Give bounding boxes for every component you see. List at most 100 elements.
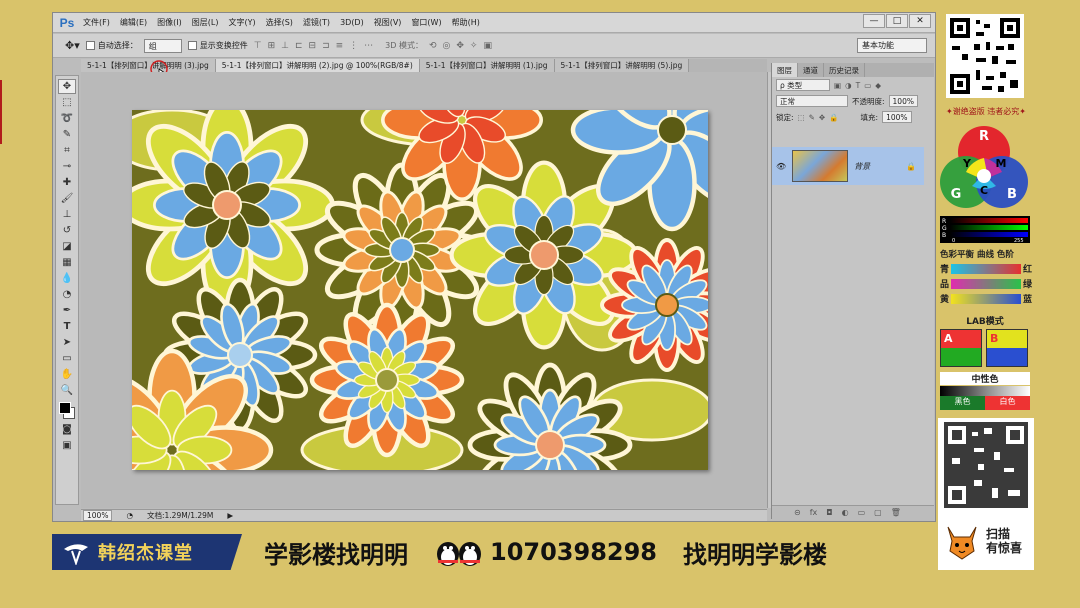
shape-tool-icon[interactable]: ▭ (58, 351, 76, 366)
menu-type[interactable]: 文字(Y) (223, 17, 260, 28)
qq-penguin-icon (437, 542, 481, 566)
opacity-field[interactable]: 100% (888, 95, 918, 107)
tab-history[interactable]: 历史记录 (824, 63, 865, 77)
trash-icon[interactable]: 🗑 (891, 508, 901, 517)
align-left-icon: ⊏ (294, 40, 303, 51)
balance-row-yellow-blue: 黄 蓝 (940, 293, 1032, 305)
eyedropper-tool-icon[interactable]: ⊸ (58, 159, 76, 174)
new-layer-icon[interactable]: ▢ (874, 508, 882, 517)
layer-filter-row: ρ 类型 ▣◑T▭◆ (772, 77, 934, 93)
menu-window[interactable]: 窗口(W) (406, 17, 446, 28)
edge-red-marker (0, 80, 2, 144)
eraser-tool-icon[interactable]: ◪ (58, 239, 76, 254)
dodge-tool-icon[interactable]: ◔ (58, 287, 76, 302)
lab-a-label: A (944, 332, 953, 345)
eye-icon[interactable]: 👁 (776, 162, 786, 171)
history-brush-tool-icon[interactable]: ↺ (58, 223, 76, 238)
qr-code-top (946, 14, 1024, 98)
menu-help[interactable]: 帮助(H) (447, 17, 485, 28)
maximize-button[interactable]: □ (886, 14, 908, 28)
blend-mode-dropdown[interactable]: 正常 (776, 95, 848, 107)
floral-pattern-image[interactable] (132, 110, 708, 470)
svg-text:R: R (942, 218, 946, 225)
rgb-label-b: B (1007, 187, 1017, 202)
foreground-color-swatch[interactable] (59, 402, 71, 414)
status-info-icon[interactable]: ◔ (126, 511, 133, 520)
type-tool-icon[interactable]: T (58, 319, 76, 334)
menu-select[interactable]: 选择(S) (261, 17, 298, 28)
marquee-tool-icon[interactable]: ⬚ (58, 95, 76, 110)
zoom-tool-icon[interactable]: 🔍 (58, 383, 76, 398)
lock-icons[interactable]: ⬚✎✥🔒 (798, 113, 843, 122)
pen-tool-icon[interactable]: ✒ (58, 303, 76, 318)
layer-row-background[interactable]: 👁 背景 🔒 (772, 147, 924, 185)
brush-tool-icon[interactable]: 🖌 (58, 191, 76, 206)
menu-image[interactable]: 图像(I) (152, 17, 187, 28)
hand-tool-icon[interactable]: ✋ (58, 367, 76, 382)
menu-layer[interactable]: 图层(L) (187, 17, 224, 28)
status-bar: 100% ◔ 文档:1.29M/1.29M ▶ (81, 509, 767, 521)
tab-layers[interactable]: 图层 (772, 63, 798, 77)
blur-tool-icon[interactable]: 💧 (58, 271, 76, 286)
lab-title: LAB模式 (966, 317, 1004, 327)
brand-name: 韩绍杰课堂 (98, 543, 193, 564)
menu-3d[interactable]: 3D(D) (335, 18, 369, 27)
close-button[interactable]: ✕ (909, 14, 931, 28)
document-tab-2-active[interactable]: 5-1-1【排列窗口】讲解明明 (2).jpg @ 100%(RGB/8#) (215, 59, 420, 72)
fill-field[interactable]: 100% (882, 111, 912, 123)
footer-banner: 韩绍杰课堂 学影楼找明明 1070398298 找明明学影楼 (52, 530, 912, 574)
rgb-color-circles: R Y M C G B (940, 126, 1028, 208)
filter-icons[interactable]: ▣◑T▭◆ (834, 81, 885, 90)
new-group-icon[interactable]: ▭ (858, 508, 866, 517)
workspace-dropdown[interactable]: 基本功能 (857, 38, 927, 53)
brand-logo-icon (64, 544, 88, 565)
status-arrow-icon[interactable]: ▶ (227, 511, 233, 520)
layers-panel-footer: ⊝ fx ◘ ◐ ▭ ▢ 🗑 (772, 505, 934, 519)
neutral-white-label: 白色 (985, 396, 1030, 410)
tab-channels[interactable]: 通道 (798, 63, 824, 77)
rgb-label-y: Y (962, 157, 972, 170)
screen-mode-icon[interactable]: ▣ (58, 438, 76, 453)
align-center-icon: ⊟ (308, 40, 317, 51)
path-select-tool-icon[interactable]: ➤ (58, 335, 76, 350)
show-transform-checkbox[interactable]: 显示变换控件 (187, 40, 248, 51)
move-tool-icon[interactable]: ✥▾ (65, 39, 80, 52)
svg-text:B: B (942, 232, 946, 239)
menu-edit[interactable]: 编辑(E) (115, 17, 152, 28)
options-bar: ✥▾ 自动选择： 组 显示变换控件 ⊤ ⊞ ⊥ ⊏ ⊟ ⊐ ≡ ⋮ ⋯ 3D 模式： ⟲ ◎ ✥… (53, 34, 935, 58)
link-layers-icon[interactable]: ⊝ (794, 508, 801, 517)
menu-view[interactable]: 视图(V) (369, 17, 407, 28)
fx-icon[interactable]: fx (810, 508, 818, 517)
distribute-h-icon: ⋮ (349, 40, 359, 51)
layer-filter-dropdown[interactable]: ρ 类型 (776, 79, 830, 91)
menu-filter[interactable]: 滤镜(T) (298, 17, 335, 28)
3d-mode-icons[interactable]: ⟲ ◎ ✥ ✧ ▣ (429, 41, 492, 51)
neutral-black-label: 黑色 (940, 396, 985, 410)
crop-tool-icon[interactable]: ⌗ (58, 143, 76, 158)
gradient-tool-icon[interactable]: ▦ (58, 255, 76, 270)
quick-select-tool-icon[interactable]: ✎ (58, 127, 76, 142)
document-tab-5[interactable]: 5-1-1【排列窗口】讲解明明 (5).jpg (554, 59, 690, 72)
align-top-icon: ⊤ (253, 40, 262, 51)
auto-select-checkbox[interactable]: 自动选择： (85, 40, 138, 51)
adjustment-layer-icon[interactable]: ◐ (842, 508, 849, 517)
move-tool-icon[interactable]: ✥ (58, 79, 76, 94)
color-swatches[interactable] (58, 399, 76, 421)
distribute-v-icon: ⋯ (364, 40, 374, 51)
color-balance-legend: 色彩平衡 曲线 色阶 青 红 品 绿 黄 蓝 (940, 248, 1032, 305)
stamp-tool-icon[interactable]: ⊥ (58, 207, 76, 222)
document-tab-1[interactable]: 5-1-1【排列窗口】讲解明明 (1).jpg (419, 59, 555, 72)
menu-file[interactable]: 文件(F) (78, 17, 115, 28)
zoom-level[interactable]: 100% (83, 510, 113, 521)
auto-select-dropdown[interactable]: 组 (143, 38, 182, 53)
pan-3d-icon: ✥ (456, 40, 464, 51)
quick-mask-icon[interactable]: ◙ (58, 422, 76, 437)
wechat-qr-block: 扫描 有惊喜 (938, 418, 1034, 570)
minimize-button[interactable]: — (863, 14, 885, 28)
add-mask-icon[interactable]: ◘ (826, 508, 832, 517)
align-icons[interactable]: ⊤ ⊞ ⊥ ⊏ ⊟ ⊐ ≡ ⋮ ⋯ (254, 41, 373, 51)
healing-tool-icon[interactable]: ✚ (58, 175, 76, 190)
lasso-tool-icon[interactable]: ➰ (58, 111, 76, 126)
lock-icon: 🔒 (906, 161, 916, 171)
distribute-icon: ≡ (335, 40, 344, 51)
